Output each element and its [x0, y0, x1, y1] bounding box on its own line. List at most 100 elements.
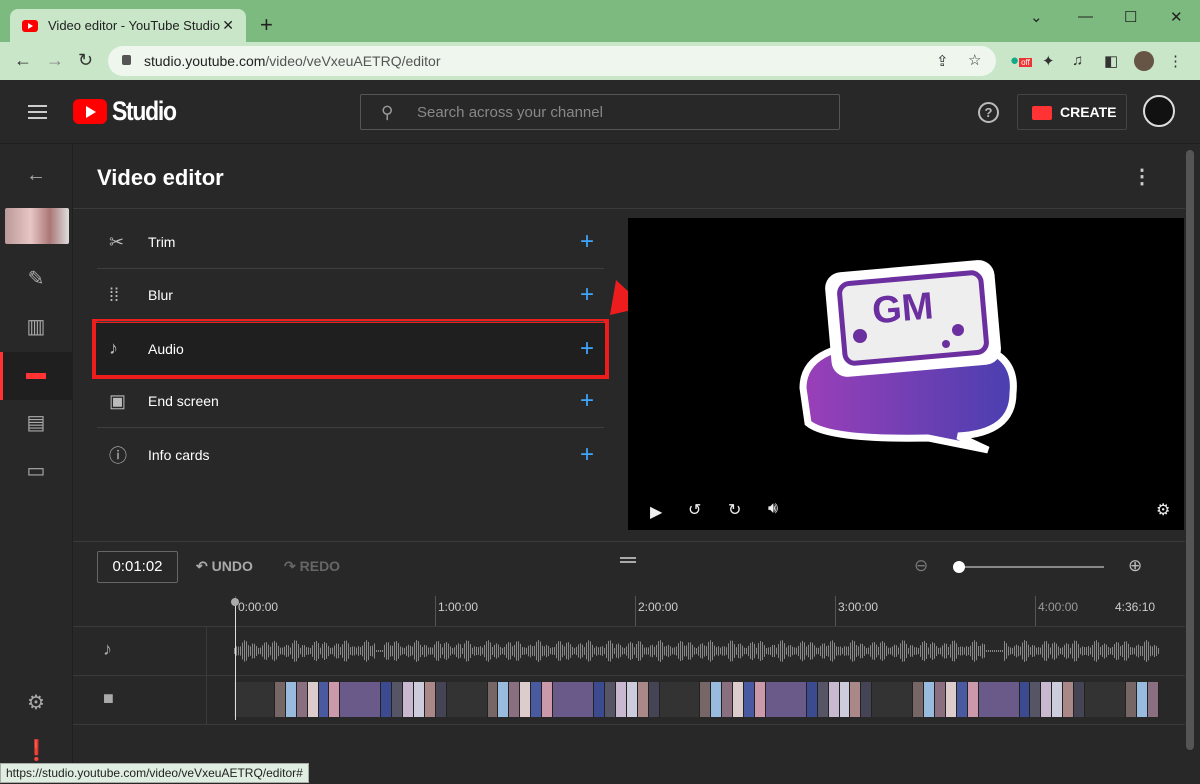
- clapperboard-icon: ▬: [26, 362, 46, 384]
- ruler-label: 1:00:00: [438, 600, 479, 614]
- settings-icon[interactable]: ⚙: [24, 690, 48, 714]
- browser-tab[interactable]: Video editor - YouTube Studio ✕: [10, 9, 246, 42]
- scissors-icon: ✂: [109, 231, 125, 252]
- help-icon[interactable]: ?: [978, 102, 999, 123]
- search-input[interactable]: ⚲ Search across your channel: [360, 94, 840, 130]
- feedback-icon[interactable]: ❗: [24, 738, 49, 762]
- play-icon[interactable]: ▶: [650, 502, 662, 522]
- zoom-in-icon[interactable]: ⊕: [1128, 556, 1142, 576]
- filmstrip-frame: [296, 682, 308, 717]
- ruler-label: 0:00:00: [238, 600, 279, 614]
- settings-icon[interactable]: ⚙: [1156, 500, 1170, 520]
- create-button[interactable]: CREATE: [1017, 94, 1127, 130]
- rewind-10-icon[interactable]: ↺: [688, 500, 701, 520]
- tool-row-info-cards[interactable]: ⓘ Info cards +: [97, 428, 604, 481]
- divider: [73, 541, 1185, 542]
- current-time-field[interactable]: 0:01:02: [97, 551, 178, 583]
- account-avatar[interactable]: [1143, 95, 1175, 127]
- create-label: CREATE: [1060, 104, 1117, 120]
- add-icon[interactable]: +: [580, 281, 594, 309]
- video-camera-icon: ■: [73, 676, 207, 724]
- redo-button[interactable]: ↷ REDO: [284, 558, 340, 575]
- youtube-logo[interactable]: [73, 99, 107, 124]
- filmstrip-frame: [637, 682, 649, 717]
- search-icon: ⚲: [381, 103, 394, 122]
- add-icon[interactable]: +: [580, 441, 594, 469]
- ruler-label: 2:00:00: [638, 600, 679, 614]
- filmstrip-frame: [520, 682, 532, 717]
- grammarly-extension-icon[interactable]: ● off: [1010, 52, 1032, 69]
- filmstrip-frame: [487, 682, 499, 717]
- filmstrip-frame: [913, 682, 925, 717]
- forward-10-icon[interactable]: ↻: [728, 500, 741, 520]
- url-host: studio.youtube.com: [144, 53, 266, 69]
- filmstrip-frame: [978, 682, 1020, 717]
- back-button[interactable]: ←: [14, 50, 32, 71]
- scrollbar[interactable]: [1186, 150, 1194, 750]
- video-preview[interactable]: GM ▶ ↺ ↻ 🔊︎ ⚙: [628, 218, 1184, 530]
- tool-row-trim[interactable]: ✂ Trim +: [97, 216, 604, 269]
- tool-row-audio[interactable]: ♪ Audio +: [97, 322, 604, 375]
- gm-logo-graphic: GM: [799, 260, 1017, 454]
- ruler-label: 3:00:00: [838, 600, 879, 614]
- filmstrip-frame: [1136, 682, 1148, 717]
- add-icon[interactable]: +: [580, 228, 594, 256]
- volume-icon[interactable]: 🔊︎: [768, 500, 778, 518]
- filmstrip-frame: [659, 682, 701, 717]
- page-title: Video editor: [97, 165, 224, 190]
- filmstrip-frame: [817, 682, 829, 717]
- filmstrip-frame: [285, 682, 297, 717]
- star-icon[interactable]: ☆: [968, 51, 981, 69]
- filmstrip-frame: [498, 682, 510, 717]
- filmstrip-frame: [381, 682, 393, 717]
- video-thumbnail[interactable]: [5, 208, 69, 244]
- zoom-slider[interactable]: [958, 566, 1104, 568]
- filmstrip-frame: [861, 682, 873, 717]
- comments-icon[interactable]: ▤: [24, 410, 48, 434]
- tool-row-blur[interactable]: ⁞⁞ Blur +: [97, 269, 604, 322]
- audio-waveform: [234, 640, 1159, 662]
- close-window-button[interactable]: ✕: [1170, 8, 1183, 26]
- minimize-button[interactable]: —: [1078, 8, 1093, 25]
- subtitles-icon[interactable]: ▭: [24, 458, 48, 482]
- menu-icon[interactable]: [28, 105, 47, 119]
- maximize-button[interactable]: ☐: [1124, 8, 1137, 26]
- timeline-ruler[interactable]: 0:00:00 1:00:00 2:00:00 3:00:00 4:00:00 …: [207, 596, 1185, 626]
- extensions-icon[interactable]: ✦: [1042, 52, 1055, 70]
- more-options-icon[interactable]: ⋮: [1132, 164, 1152, 189]
- side-panel-icon[interactable]: ◧: [1104, 52, 1118, 70]
- filmstrip-frame: [1019, 682, 1031, 717]
- share-icon[interactable]: ⇪: [936, 52, 949, 70]
- undo-button[interactable]: ↶ UNDO: [196, 558, 253, 575]
- filmstrip-frame: [850, 682, 862, 717]
- pencil-icon[interactable]: ✎: [24, 266, 48, 290]
- playhead-handle[interactable]: [231, 598, 239, 606]
- ruler-end-label: 4:36:10: [1115, 600, 1156, 614]
- zoom-slider-knob[interactable]: [953, 561, 965, 573]
- filmstrip-frame: [593, 682, 605, 717]
- profile-avatar[interactable]: [1134, 51, 1154, 71]
- analytics-icon[interactable]: ▥: [24, 314, 48, 338]
- browser-menu-icon[interactable]: ⋮: [1168, 52, 1183, 70]
- filmstrip-frame: [626, 682, 638, 717]
- chevron-down-icon[interactable]: ⌄: [1030, 8, 1043, 26]
- tool-label: Trim: [148, 234, 176, 250]
- forward-button[interactable]: →: [46, 50, 64, 71]
- media-icon[interactable]: ♫: [1072, 52, 1083, 69]
- url-input[interactable]: studio.youtube.com/video/veVxeuAETRQ/edi…: [108, 46, 996, 76]
- playhead[interactable]: [235, 600, 236, 720]
- back-arrow-icon[interactable]: ←: [24, 164, 48, 188]
- reload-button[interactable]: ↻: [78, 50, 93, 71]
- resize-handle[interactable]: [620, 557, 636, 563]
- add-icon[interactable]: +: [580, 387, 594, 415]
- zoom-out-icon[interactable]: ⊖: [914, 556, 928, 576]
- ruler-label: 4:00:00: [1038, 600, 1079, 614]
- tool-row-end-screen[interactable]: ▣ End screen +: [97, 375, 604, 428]
- filmstrip-frame: [765, 682, 807, 717]
- filmstrip-frame: [1030, 682, 1042, 717]
- close-tab-icon[interactable]: ✕: [222, 17, 234, 34]
- new-tab-button[interactable]: +: [260, 12, 273, 38]
- add-icon[interactable]: +: [580, 335, 594, 363]
- studio-logo-text[interactable]: Studio: [112, 96, 177, 127]
- extension-badge: off: [1019, 58, 1032, 67]
